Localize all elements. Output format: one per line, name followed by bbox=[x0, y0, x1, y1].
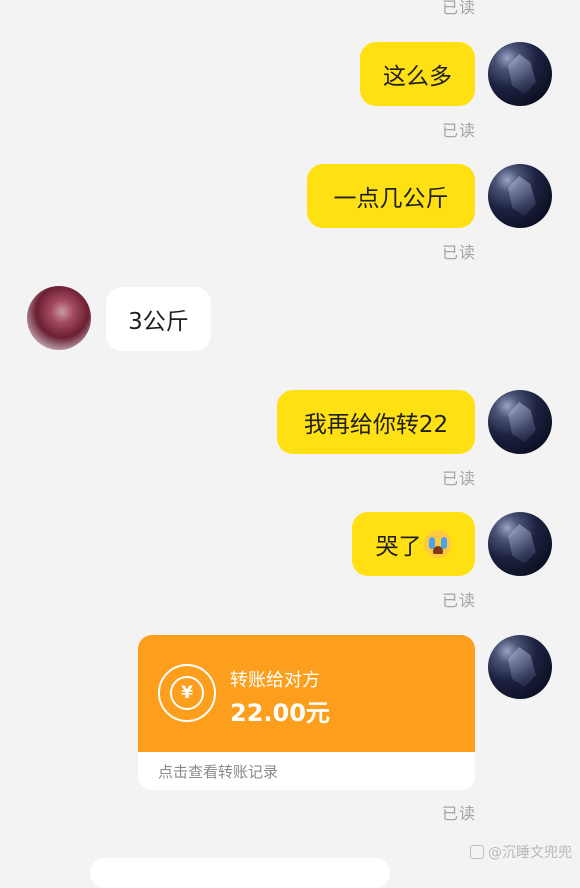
my-avatar[interactable] bbox=[488, 635, 552, 699]
next-message-bubble bbox=[90, 858, 390, 888]
transfer-icon: ¥ bbox=[158, 664, 216, 722]
transfer-card-header: ¥ 转账给对方 22.00元 bbox=[138, 635, 475, 752]
read-status: 已读 bbox=[441, 804, 476, 823]
my-avatar[interactable] bbox=[488, 42, 552, 106]
message-text: 哭了 bbox=[375, 534, 422, 560]
my-avatar[interactable] bbox=[488, 164, 552, 228]
read-status: 已读 bbox=[441, 121, 476, 140]
message-text: 我再给你转22 bbox=[303, 412, 449, 438]
read-status: 已读 bbox=[441, 0, 476, 17]
message-bubble-theirs[interactable]: 3公斤 bbox=[106, 287, 211, 351]
transfer-record-link[interactable]: 点击查看转账记录 bbox=[158, 761, 278, 782]
my-avatar[interactable] bbox=[488, 390, 552, 454]
watermark: @沉睡文兜兜 bbox=[470, 842, 572, 862]
read-status: 已读 bbox=[441, 469, 476, 488]
yuan-icon: ¥ bbox=[170, 676, 204, 710]
watermark-logo-icon bbox=[470, 845, 484, 859]
transfer-title: 转账给对方 bbox=[230, 670, 320, 691]
message-bubble-mine[interactable]: 哭了 bbox=[352, 512, 475, 576]
message-bubble-mine[interactable]: 一点几公斤 bbox=[307, 164, 475, 228]
message-bubble-mine[interactable]: 我再给你转22 bbox=[277, 390, 475, 454]
crying-face-icon bbox=[423, 530, 452, 558]
transfer-amount: 22.00元 bbox=[230, 699, 330, 727]
message-text: 3公斤 bbox=[128, 309, 189, 335]
read-status: 已读 bbox=[441, 591, 476, 610]
my-avatar[interactable] bbox=[488, 512, 552, 576]
message-text: 这么多 bbox=[383, 64, 452, 90]
message-text: 一点几公斤 bbox=[333, 186, 449, 212]
contact-avatar[interactable] bbox=[27, 286, 91, 350]
read-status: 已读 bbox=[441, 243, 476, 262]
transfer-card[interactable]: ¥ 转账给对方 22.00元 点击查看转账记录 bbox=[138, 635, 475, 790]
watermark-text: @沉睡文兜兜 bbox=[488, 845, 572, 861]
message-bubble-mine[interactable]: 这么多 bbox=[360, 42, 475, 106]
